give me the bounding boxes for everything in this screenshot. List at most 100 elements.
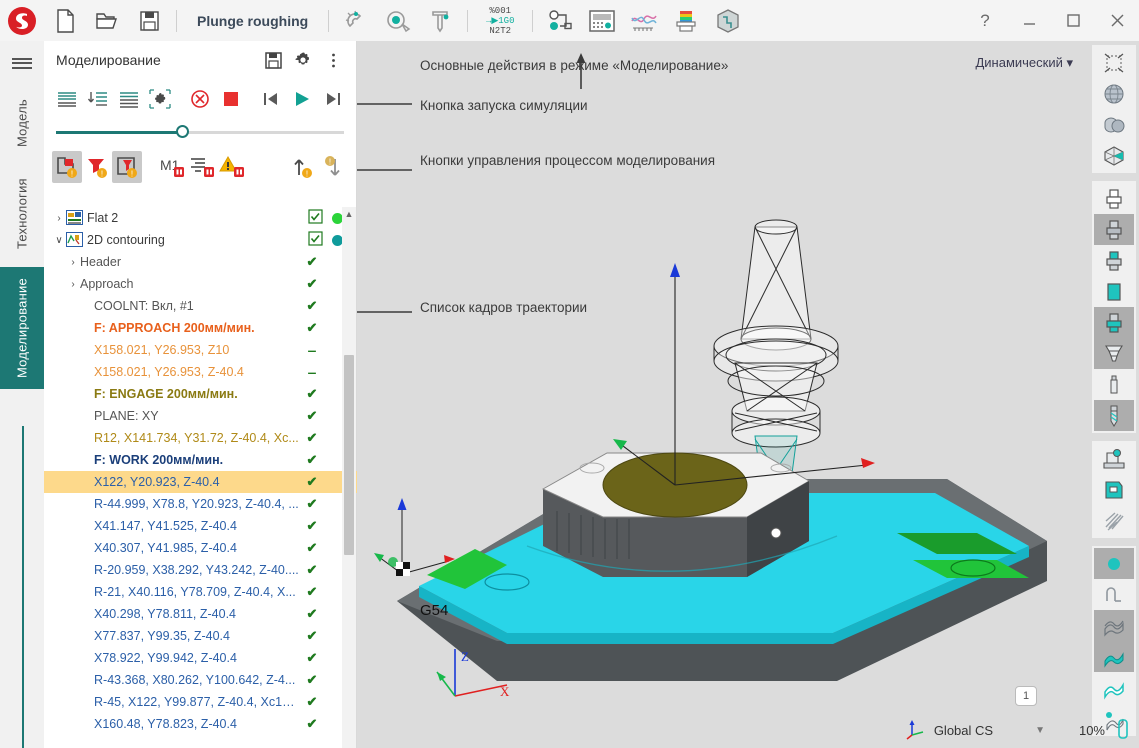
table-row[interactable]: F: APPROACH 200мм/мин.✔ (44, 317, 357, 339)
holder-icon[interactable] (1094, 369, 1134, 400)
table-row[interactable]: ∨2D contouring (44, 229, 357, 251)
next-frame-icon[interactable] (317, 83, 348, 115)
drill-tool-icon[interactable] (1094, 400, 1134, 431)
minimize-button[interactable] (1007, 0, 1051, 41)
scroll-up-button[interactable]: ▲ (342, 207, 356, 221)
table-row[interactable]: ›Flat 2 (44, 207, 357, 229)
table-row[interactable]: PLANE: XY✔ (44, 405, 357, 427)
gear-select-icon[interactable] (144, 83, 175, 115)
table-row[interactable]: R-45, X122, Y99.877, Z-40.4, Xc10...✔ (44, 691, 357, 713)
stock-warning-icon[interactable]: ! (52, 151, 82, 183)
menu-burger-icon[interactable] (0, 41, 44, 85)
trajectory-frame-list[interactable]: ›Flat 2∨2D contouring›Header✔›Approach✔C… (44, 207, 357, 748)
table-row[interactable]: ›Approach✔ (44, 273, 357, 295)
vertical-progress-slider[interactable] (22, 426, 24, 748)
waveform-icon[interactable] (623, 0, 665, 41)
table-row[interactable]: R-43.368, X80.262, Y100.642, Z-4...✔ (44, 669, 357, 691)
maximize-button[interactable] (1051, 0, 1095, 41)
down-warning-icon[interactable]: ! (318, 151, 348, 183)
holder-warning-icon[interactable]: ! (112, 151, 142, 183)
globe-icon[interactable] (1094, 78, 1134, 109)
chevron-toggle-icon[interactable]: › (66, 279, 80, 290)
stock-solid-icon[interactable] (1094, 214, 1134, 245)
stop-circle-icon[interactable] (185, 83, 216, 115)
prev-frame-icon[interactable] (256, 83, 287, 115)
chevron-toggle-icon[interactable]: › (66, 257, 80, 268)
table-row[interactable]: X160.48, Y78.823, Z-40.4✔ (44, 713, 357, 735)
stock-box-icon[interactable] (707, 0, 749, 41)
tool-warning-icon[interactable]: ! (82, 151, 112, 183)
tree-scrollbar[interactable]: ▲ ▼ (342, 207, 356, 748)
up-warning-icon[interactable]: ! (288, 151, 318, 183)
table-row[interactable]: X41.147, Y41.525, Z-40.4✔ (44, 515, 357, 537)
table-row[interactable]: X122, Y20.923, Z-40.4✔ (44, 471, 357, 493)
simulation-progress[interactable] (44, 119, 356, 145)
measure-icon[interactable] (377, 0, 419, 41)
stock-teal-top-icon[interactable] (1094, 245, 1134, 276)
cylinder-icon[interactable] (1094, 109, 1134, 140)
table-row[interactable]: X40.307, Y41.985, Z-40.4✔ (44, 537, 357, 559)
chevron-down-icon[interactable]: ▼ (1035, 725, 1045, 736)
surface-teal-icon[interactable] (1094, 641, 1134, 672)
3d-viewport[interactable]: Динамический ▾ Основные действия в режим… (357, 41, 1089, 748)
lines-block-icon[interactable] (114, 83, 145, 115)
warning-stop-icon[interactable] (217, 151, 247, 183)
close-button[interactable] (1095, 0, 1139, 41)
caliper-icon[interactable] (419, 0, 461, 41)
sidebar-tab-technology[interactable]: Технология (0, 161, 44, 267)
table-row[interactable]: R-44.999, X78.8, Y20.923, Z-40.4, ...✔ (44, 493, 357, 515)
sidebar-tab-modeling[interactable]: Моделирование (0, 267, 44, 389)
surface-wire-icon[interactable] (1094, 610, 1134, 641)
node-graph-icon[interactable] (539, 0, 581, 41)
coordinate-system-label[interactable]: Global CS (934, 723, 993, 738)
table-row[interactable]: R-21, X40.116, Y78.709, Z-40.4, X...✔ (44, 581, 357, 603)
magnet-snap-icon[interactable] (335, 0, 377, 41)
table-row[interactable]: X77.837, Y99.35, Z-40.4✔ (44, 625, 357, 647)
stop-square-icon[interactable] (215, 83, 246, 115)
stock-teal-icon[interactable] (1094, 276, 1134, 307)
table-row[interactable]: F: WORK 200мм/мин.✔ (44, 449, 357, 471)
table-icon[interactable] (1094, 474, 1134, 505)
new-file-icon[interactable] (44, 0, 86, 41)
stock-outline-icon[interactable] (1094, 183, 1134, 214)
table-row[interactable]: X40.298, Y78.811, Z-40.4✔ (44, 603, 357, 625)
control-panel-icon[interactable] (581, 0, 623, 41)
zoom-level[interactable]: 10% (1079, 723, 1105, 738)
list-stop-icon[interactable] (187, 151, 217, 183)
machine-icon[interactable] (1094, 443, 1134, 474)
table-row[interactable]: COOLNT: Вкл, #1✔ (44, 295, 357, 317)
table-row[interactable]: X78.922, Y99.942, Z-40.4✔ (44, 647, 357, 669)
progress-knob[interactable] (176, 125, 189, 138)
nc-code-icon[interactable]: %001 →▶1G0 N2T2 (474, 0, 526, 41)
point-icon[interactable] (1094, 548, 1134, 579)
m1-stop-icon[interactable]: M1 (157, 151, 187, 183)
table-row[interactable]: ›Header✔ (44, 251, 357, 273)
chevron-toggle-icon[interactable]: ∨ (52, 235, 66, 246)
table-row[interactable]: R-20.959, X38.292, Y43.242, Z-40....✔ (44, 559, 357, 581)
surface-outline-icon[interactable] (1094, 672, 1134, 703)
lines-step-icon[interactable] (83, 83, 114, 115)
table-row[interactable]: F: ENGAGE 200мм/мин.✔ (44, 383, 357, 405)
gear-icon[interactable] (288, 45, 318, 75)
sidebar-tab-model[interactable]: Модель (0, 85, 44, 161)
table-row[interactable]: X158.021, Y26.953, Z10‒ (44, 339, 357, 361)
cube-section-icon[interactable] (1094, 140, 1134, 171)
fit-view-icon[interactable] (1094, 47, 1134, 78)
visibility-checkbox[interactable] (308, 231, 323, 249)
table-row[interactable]: R12, X141.734, Y31.72, Z-40.4, Xc...✔ (44, 427, 357, 449)
save-disk-icon[interactable] (128, 0, 170, 41)
help-button[interactable]: ? (963, 0, 1007, 41)
curve-icon[interactable] (1094, 579, 1134, 610)
progress-track[interactable] (56, 131, 344, 134)
more-vertical-icon[interactable] (318, 45, 348, 75)
colorbar-tool-icon[interactable] (665, 0, 707, 41)
stock-teal-mid-icon[interactable] (1094, 307, 1134, 338)
play-button[interactable] (286, 83, 317, 115)
chevron-toggle-icon[interactable]: › (52, 213, 66, 224)
lines-all-icon[interactable] (52, 83, 83, 115)
fixture-icon[interactable] (1094, 338, 1134, 369)
visibility-checkbox[interactable] (308, 209, 323, 227)
save-icon[interactable] (258, 45, 288, 75)
open-folder-icon[interactable] (86, 0, 128, 41)
table-row[interactable]: X158.021, Y26.953, Z-40.4‒ (44, 361, 357, 383)
